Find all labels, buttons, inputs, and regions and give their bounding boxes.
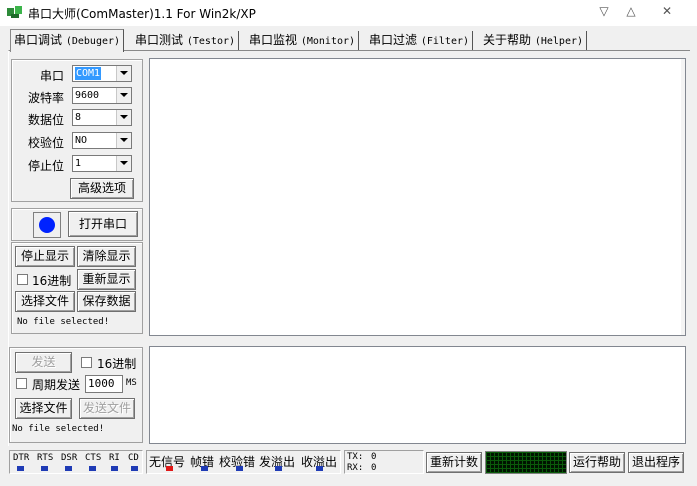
- send-button[interactable]: 发送: [15, 352, 72, 373]
- chevron-down-icon[interactable]: [116, 133, 131, 148]
- baud-select[interactable]: 9600: [72, 87, 132, 104]
- tab-label-en: (Testor): [186, 36, 236, 47]
- stop-display-button[interactable]: 停止显示: [15, 246, 75, 267]
- tab-label: 关于帮助: [483, 33, 532, 47]
- tab-label: 串口过滤: [369, 33, 418, 47]
- tx-label: TX:: [347, 452, 364, 462]
- databits-select[interactable]: 8: [72, 109, 132, 126]
- dsr-led: [65, 466, 72, 471]
- send-textarea[interactable]: [149, 346, 686, 444]
- tab-testor[interactable]: 串口测试 (Testor): [132, 31, 240, 51]
- cts-led: [89, 466, 96, 471]
- advanced-options-button[interactable]: 高级选项: [70, 178, 134, 199]
- send-select-file-button[interactable]: 选择文件: [15, 398, 72, 419]
- reset-count-button[interactable]: 重新计数: [426, 452, 482, 473]
- exit-button[interactable]: 退出程序: [628, 452, 684, 473]
- rx-label: RX:: [347, 463, 364, 473]
- tab-strip: 串口调试 (Debuger) 串口测试 (Testor) 串口监视 (Monit…: [8, 29, 697, 52]
- send-file-button[interactable]: 发送文件: [79, 398, 135, 419]
- baud-value: 9600: [75, 90, 100, 101]
- tab-label-en: (Helper): [534, 36, 584, 47]
- rts-led: [41, 466, 48, 471]
- send-hex-checkbox[interactable]: [81, 357, 92, 368]
- parity-error-led: [236, 466, 243, 471]
- stopbits-select[interactable]: 1: [72, 155, 132, 172]
- send-file-status: No file selected!: [12, 424, 105, 434]
- ri-led: [111, 466, 118, 471]
- period-input[interactable]: 1000: [85, 375, 123, 393]
- cd-led: [131, 466, 138, 471]
- chevron-down-icon[interactable]: [116, 66, 131, 81]
- port-value: COM1: [75, 67, 102, 80]
- port-label: 串口: [39, 69, 64, 83]
- tab-filter[interactable]: 串口过滤 (Filter): [366, 31, 474, 51]
- window-title: 串口大师(ComMaster)1.1 For Win2k/XP: [28, 7, 256, 21]
- send-hex-label: 16进制: [97, 357, 137, 371]
- scrollbar[interactable]: [681, 59, 685, 335]
- tab-label: 串口调试: [14, 33, 63, 47]
- tx-overflow-led: [275, 466, 282, 471]
- signal-dtr: DTR: [13, 453, 30, 463]
- signal-dsr: DSR: [61, 453, 78, 463]
- databits-label: 数据位: [27, 113, 64, 127]
- port-select[interactable]: COM1: [72, 65, 132, 82]
- maximize-button[interactable]: △: [620, 2, 642, 20]
- signal-rts: RTS: [37, 453, 54, 463]
- chevron-down-icon[interactable]: [116, 110, 131, 125]
- parity-value: NO: [75, 135, 88, 146]
- clear-display-button[interactable]: 清除显示: [77, 246, 136, 267]
- select-file-button[interactable]: 选择文件: [15, 291, 75, 312]
- close-button[interactable]: ✕: [656, 2, 678, 20]
- period-value: 1000: [88, 377, 115, 390]
- periodic-send-checkbox[interactable]: [16, 378, 27, 389]
- rx-count: 0: [371, 463, 377, 473]
- receive-hex-label: 16进制: [32, 274, 72, 288]
- chevron-down-icon[interactable]: [116, 88, 131, 103]
- tab-helper[interactable]: 关于帮助 (Helper): [480, 31, 588, 51]
- stopbits-value: 1: [75, 158, 82, 169]
- dtr-led: [17, 466, 24, 471]
- period-unit: MS: [126, 378, 137, 388]
- stopbits-label: 停止位: [27, 159, 64, 173]
- periodic-send-label: 周期发送: [32, 378, 81, 392]
- baud-label: 波特率: [27, 91, 64, 105]
- receive-textarea[interactable]: [149, 58, 686, 336]
- tab-label-en: (Monitor): [300, 36, 356, 47]
- activity-meter: [485, 451, 567, 474]
- signal-cts: CTS: [85, 453, 102, 463]
- receive-file-status: No file selected!: [17, 317, 110, 327]
- minimize-button[interactable]: ▽: [593, 2, 615, 20]
- databits-value: 8: [75, 112, 82, 123]
- app-icon: [7, 6, 22, 18]
- parity-label: 校验位: [27, 136, 64, 150]
- tab-label: 串口监视: [249, 33, 298, 47]
- tab-label: 串口测试: [135, 33, 184, 47]
- open-port-button[interactable]: 打开串口: [68, 211, 138, 237]
- tx-count: 0: [371, 452, 377, 462]
- redisplay-button[interactable]: 重新显示: [77, 269, 136, 290]
- rx-overflow-led: [316, 466, 323, 471]
- receive-hex-checkbox[interactable]: [17, 274, 28, 285]
- tab-label-en: (Filter): [420, 36, 470, 47]
- chevron-down-icon[interactable]: [116, 156, 131, 171]
- tab-monitor[interactable]: 串口监视 (Monitor): [246, 31, 360, 51]
- tab-label-en: (Debuger): [65, 36, 121, 47]
- port-status-led: [33, 212, 61, 238]
- parity-select[interactable]: NO: [72, 132, 132, 149]
- frame-error-led: [201, 466, 208, 471]
- no-signal-led: [166, 466, 173, 471]
- tab-debuger[interactable]: 串口调试 (Debuger): [10, 29, 125, 52]
- save-data-button[interactable]: 保存数据: [77, 291, 136, 312]
- signal-cd: CD: [128, 453, 139, 463]
- run-help-button[interactable]: 运行帮助: [569, 452, 625, 473]
- signal-ri: RI: [109, 453, 120, 463]
